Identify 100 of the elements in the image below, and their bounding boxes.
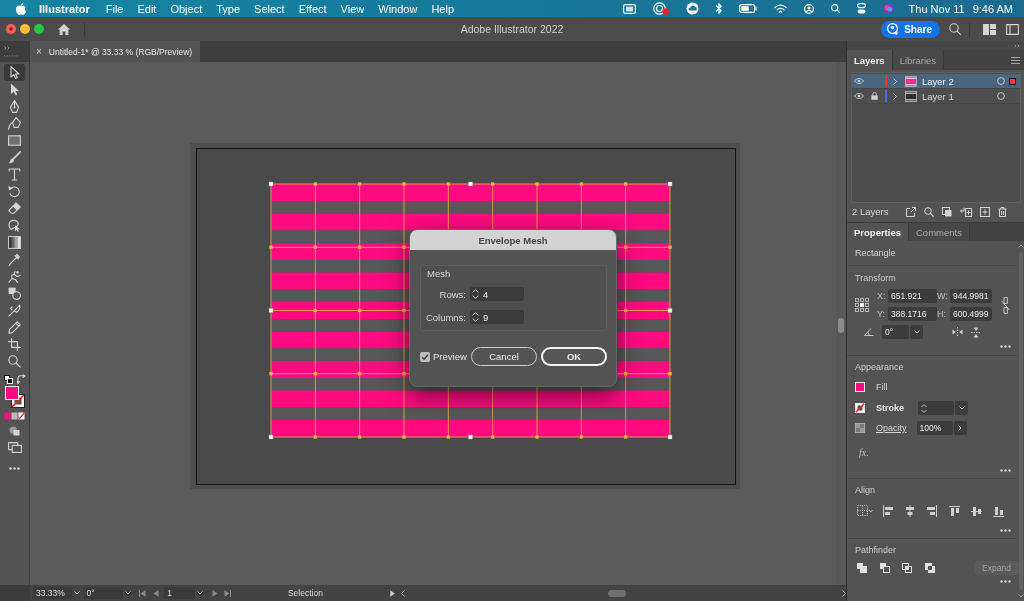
- square-grid-icon[interactable]: [855, 298, 869, 312]
- last-arrow-icon[interactable]: [223, 589, 231, 597]
- align-center-icon[interactable]: [905, 505, 915, 517]
- trash-icon[interactable]: [998, 206, 1007, 217]
- layer-row[interactable]: Layer 1: [852, 89, 1020, 104]
- panel-tab[interactable]: Properties: [847, 223, 909, 241]
- target-circle-icon[interactable]: [997, 77, 1005, 85]
- play-arrow-icon[interactable]: [389, 589, 395, 597]
- sidebar-icon[interactable]: [1006, 23, 1019, 35]
- layer-name[interactable]: Layer 2: [922, 75, 954, 87]
- fill-stroke-swatches-icon[interactable]: [4, 386, 25, 408]
- stacked-squares-icon[interactable]: [942, 206, 952, 217]
- exclude-squares-icon[interactable]: [925, 563, 935, 573]
- dropdown-button[interactable]: [955, 401, 968, 415]
- stepper-icon[interactable]: [472, 312, 479, 322]
- menu-item[interactable]: Help: [431, 2, 454, 15]
- first-arrow-icon[interactable]: [139, 589, 147, 597]
- overlapping-rectangles-icon[interactable]: [7, 442, 22, 453]
- target-circle-icon[interactable]: [997, 92, 1005, 100]
- share-button[interactable]: Share: [881, 20, 940, 38]
- lock-icon[interactable]: [870, 92, 878, 100]
- orb-icon[interactable]: [882, 3, 894, 14]
- opacity-label[interactable]: Opacity: [876, 423, 907, 433]
- overlapping-squares-icon[interactable]: [3, 375, 13, 384]
- more-icon[interactable]: [1000, 580, 1011, 583]
- eye-icon[interactable]: [854, 93, 864, 99]
- expand-panel-icon[interactable]: [4, 46, 10, 50]
- bluetooth-icon[interactable]: [715, 3, 722, 14]
- menu-item[interactable]: Effect: [298, 2, 327, 15]
- close-tab-button[interactable]: ×: [35, 46, 43, 57]
- opacity-field[interactable]: 100%: [916, 421, 953, 435]
- layer-name[interactable]: Layer 1: [922, 90, 954, 102]
- search-icon[interactable]: [949, 23, 961, 35]
- flip-vertical-icon[interactable]: [971, 326, 981, 338]
- user-icon[interactable]: [803, 3, 814, 14]
- number-field[interactable]: 944.9981: [950, 289, 992, 303]
- stepper-icon[interactable]: [472, 289, 479, 299]
- collapse-panel-icon[interactable]: [1014, 43, 1020, 48]
- fill-swatch-icon[interactable]: [855, 382, 865, 392]
- zoom-field[interactable]: 33.33%: [33, 587, 72, 599]
- dialog-button[interactable]: OK: [541, 347, 607, 366]
- left-arrow-icon[interactable]: [153, 589, 160, 597]
- chevron-right-icon[interactable]: [893, 92, 897, 100]
- right-arrow-icon[interactable]: [211, 589, 218, 597]
- stroke-swatch-icon[interactable]: [855, 403, 865, 413]
- menu-item[interactable]: Edit: [137, 2, 157, 15]
- arrow-button[interactable]: [953, 421, 967, 435]
- number-field[interactable]: 600.4999: [950, 307, 992, 321]
- intersect-squares-icon[interactable]: [902, 563, 912, 573]
- menu-item[interactable]: View: [340, 2, 365, 15]
- rotation-field[interactable]: 0°: [83, 587, 124, 599]
- checkbox[interactable]: [420, 351, 430, 362]
- chevron-left-icon[interactable]: [400, 589, 405, 597]
- indent-box-icon[interactable]: [960, 206, 972, 217]
- merged-squares-icon[interactable]: [857, 563, 867, 573]
- scrollbar-thumb[interactable]: [1018, 252, 1023, 590]
- swap-arrow-icon[interactable]: [16, 375, 26, 384]
- more-icon[interactable]: [1000, 529, 1011, 532]
- toggle-icon[interactable]: [856, 3, 866, 14]
- checkbox-label[interactable]: Preview: [433, 351, 467, 362]
- layer-row[interactable]: Layer 2: [852, 74, 1020, 89]
- align-left-icon[interactable]: [883, 505, 894, 517]
- search-icon[interactable]: [830, 4, 840, 13]
- effects-button[interactable]: fx.: [859, 446, 869, 460]
- align-bottom-icon[interactable]: [993, 505, 1004, 517]
- number-field[interactable]: 651.921: [888, 289, 937, 303]
- close-window-icon[interactable]: [6, 24, 16, 34]
- more-icon[interactable]: [1000, 345, 1011, 348]
- number-field[interactable]: 9: [470, 310, 524, 324]
- broken-chain-icon[interactable]: [1001, 296, 1010, 314]
- align-middle-icon[interactable]: [971, 505, 982, 517]
- more-icon[interactable]: [1000, 469, 1011, 472]
- menu-icon[interactable]: [1011, 56, 1020, 64]
- align-right-icon[interactable]: [926, 505, 937, 517]
- wifi-icon[interactable]: [773, 3, 787, 14]
- number-field[interactable]: 388.1716: [888, 307, 937, 321]
- flip-horizontal-icon[interactable]: [952, 327, 963, 337]
- checker-icon[interactable]: [855, 423, 865, 433]
- panel-layout-icon[interactable]: [983, 23, 996, 35]
- eye-icon[interactable]: [854, 78, 864, 84]
- scrollbar-thumb[interactable]: [838, 318, 844, 333]
- minus-squares-icon[interactable]: [880, 563, 890, 573]
- number-field[interactable]: 4: [470, 287, 524, 301]
- zoom-window-icon[interactable]: [34, 24, 44, 34]
- menu-item[interactable]: Type: [216, 2, 241, 15]
- app-menu[interactable]: Illustrator: [39, 2, 90, 15]
- tool-button[interactable]: [4, 64, 25, 81]
- artboard-field[interactable]: 1: [164, 587, 195, 599]
- display-icon[interactable]: [622, 3, 636, 14]
- panel-tab[interactable]: Comments: [909, 223, 970, 241]
- document-tab[interactable]: × Untitled-1* @ 33.33 % (RGB/Preview): [30, 41, 201, 62]
- stroke-weight-field[interactable]: [918, 401, 954, 415]
- swatches-icon[interactable]: [4, 412, 25, 420]
- more-icon[interactable]: [9, 467, 20, 470]
- menu-item[interactable]: Select: [254, 2, 285, 15]
- panel-tab[interactable]: Libraries: [892, 50, 945, 70]
- plus-box-icon[interactable]: [980, 206, 990, 217]
- chevron-up-icon[interactable]: [1017, 244, 1024, 248]
- menu-item[interactable]: Window: [378, 2, 418, 15]
- angle-field[interactable]: 0°: [882, 325, 909, 339]
